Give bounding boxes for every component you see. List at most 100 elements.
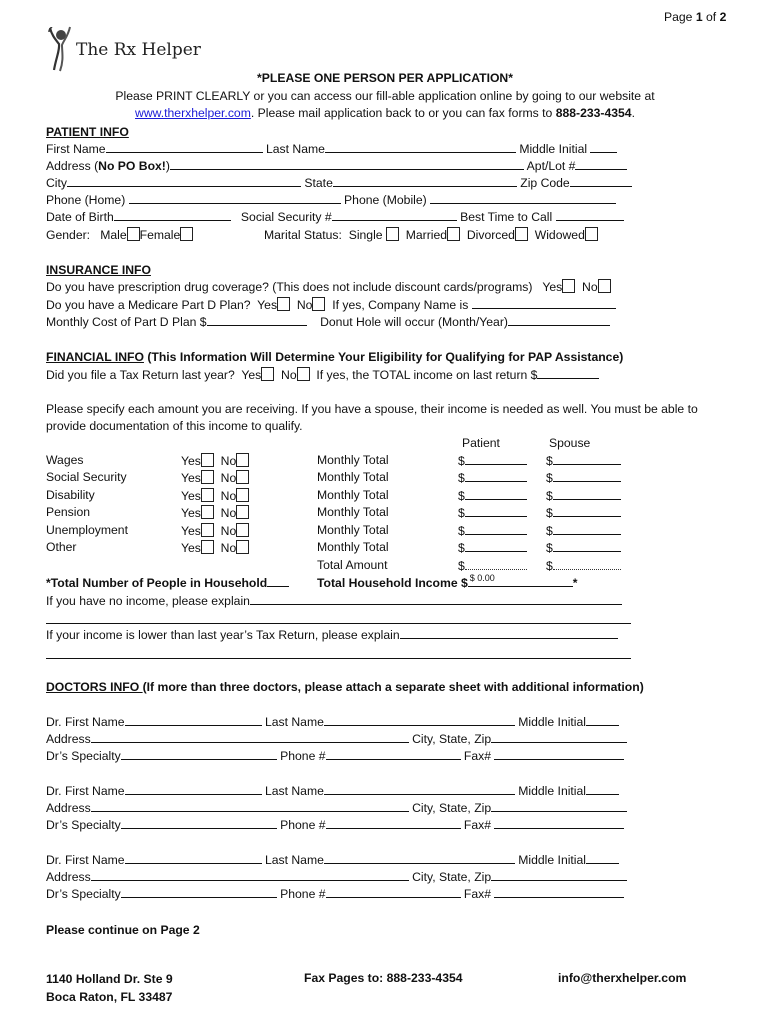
footer-email[interactable]: info@therxhelper.com: [558, 971, 686, 985]
doctor-first-name-field[interactable]: [124, 783, 262, 795]
spouse-amount-field[interactable]: [552, 488, 621, 500]
donut-hole-label: Donut Hole will occur (Month/Year): [320, 315, 508, 329]
dob-field[interactable]: [113, 209, 231, 221]
tax-yes-checkbox[interactable]: [261, 367, 275, 381]
doctor-last-name-field[interactable]: [323, 852, 515, 864]
zip-field[interactable]: [569, 175, 632, 187]
income-yes-checkbox[interactable]: [200, 505, 214, 519]
doctor-middle-initial-field[interactable]: [586, 783, 620, 795]
patient-amount-field[interactable]: [464, 505, 527, 517]
col-spouse-header: Spouse: [549, 436, 591, 450]
total-amount-patient-field[interactable]: [464, 558, 527, 570]
income-no-checkbox[interactable]: [236, 540, 250, 554]
doctor-phone-field[interactable]: [325, 886, 461, 898]
spouse-amount-field[interactable]: [552, 523, 621, 535]
company-name-field[interactable]: [471, 297, 616, 309]
doctor-specialty-field[interactable]: [120, 748, 277, 760]
doctor-middle-initial-field[interactable]: [586, 852, 620, 864]
middle-initial-field[interactable]: [590, 141, 618, 153]
medicare-yes-checkbox[interactable]: [277, 297, 291, 311]
income-yes-checkbox[interactable]: [200, 470, 214, 484]
income-no-checkbox[interactable]: [236, 523, 250, 537]
doctor-address-field[interactable]: [90, 800, 409, 812]
doctor-city-state-zip-field[interactable]: [491, 731, 628, 743]
drug-coverage-no-checkbox[interactable]: [597, 279, 611, 293]
household-people-field[interactable]: [267, 575, 290, 587]
doctor-last-name-field[interactable]: [323, 783, 515, 795]
spouse-amount-field[interactable]: [552, 453, 621, 465]
tax-no-checkbox[interactable]: [296, 367, 310, 381]
phone-mobile-field[interactable]: [430, 192, 617, 204]
patient-amount-field[interactable]: [464, 488, 527, 500]
medicare-no-checkbox[interactable]: [312, 297, 326, 311]
ssn-label: Social Security #: [240, 210, 332, 224]
last-name-field[interactable]: [324, 141, 516, 153]
income-yes-checkbox[interactable]: [200, 453, 214, 467]
patient-amount-field[interactable]: [464, 470, 527, 482]
spouse-amount-field[interactable]: [552, 540, 621, 552]
address-field[interactable]: [169, 158, 524, 170]
tax-total-field[interactable]: [537, 367, 600, 379]
doctor-fax-field[interactable]: [494, 817, 625, 829]
website-link[interactable]: www.therxhelper.com: [135, 106, 251, 120]
doctor-address-label: Address: [46, 870, 91, 884]
doctor-city-state-zip-label: City, State, Zip: [412, 801, 492, 815]
city-field[interactable]: [67, 175, 301, 187]
doctor-middle-initial-field[interactable]: [586, 714, 620, 726]
donut-hole-field[interactable]: [507, 314, 610, 326]
patient-amount-field[interactable]: [464, 453, 527, 465]
patient-amount-field[interactable]: [464, 540, 527, 552]
household-income-field[interactable]: $ 0.00: [467, 573, 573, 587]
doctor-phone-field[interactable]: [325, 817, 461, 829]
total-amount-spouse-field[interactable]: [552, 558, 621, 570]
income-yes-checkbox[interactable]: [200, 488, 214, 502]
ssn-field[interactable]: [331, 209, 457, 221]
intro-fax-number: 888-233-4354: [555, 106, 632, 120]
no-income-field[interactable]: [249, 593, 622, 605]
income-no-checkbox[interactable]: [236, 453, 250, 467]
city-label: City: [46, 176, 67, 190]
doctor-first-name-field[interactable]: [124, 714, 262, 726]
best-time-field[interactable]: [555, 209, 624, 221]
income-no-checkbox[interactable]: [236, 470, 250, 484]
income-no-checkbox[interactable]: [236, 488, 250, 502]
spouse-amount-field[interactable]: [552, 505, 621, 517]
patient-amount-field[interactable]: [464, 523, 527, 535]
spouse-amount-field[interactable]: [552, 470, 621, 482]
lower-income-extra-line[interactable]: [46, 658, 631, 659]
total-amount-label: Total Amount: [317, 558, 388, 572]
doctor-address-field[interactable]: [90, 731, 409, 743]
doctor-specialty-field[interactable]: [120, 817, 277, 829]
apt-field[interactable]: [575, 158, 628, 170]
doctor-specialty-field[interactable]: [120, 886, 277, 898]
no-income-extra-line[interactable]: [46, 623, 631, 624]
doctor-first-name-field[interactable]: [124, 852, 262, 864]
widowed-checkbox[interactable]: [584, 227, 598, 241]
income-no-checkbox[interactable]: [236, 505, 250, 519]
first-name-field[interactable]: [105, 141, 263, 153]
doctor-phone-field[interactable]: [325, 748, 461, 760]
income-yes-checkbox[interactable]: [200, 523, 214, 537]
doctor-fax-field[interactable]: [494, 886, 625, 898]
married-checkbox[interactable]: [447, 227, 461, 241]
phone-home-field[interactable]: [128, 192, 341, 204]
doctor-last-name-field[interactable]: [323, 714, 515, 726]
doctor-address-field[interactable]: [90, 869, 409, 881]
income-yes-checkbox[interactable]: [200, 540, 214, 554]
single-checkbox[interactable]: [385, 227, 399, 241]
doctor-fax-field[interactable]: [494, 748, 625, 760]
doctors-heading-note: (If more than three doctors, please atta…: [142, 680, 644, 694]
drug-coverage-row: Do you have prescription drug coverage? …: [46, 279, 611, 296]
income-yes-label: Yes: [181, 471, 201, 485]
lower-income-field[interactable]: [399, 627, 618, 639]
state-field[interactable]: [332, 175, 517, 187]
monthly-cost-field[interactable]: [206, 314, 307, 326]
income-row-label: Pension: [46, 505, 91, 519]
divorced-checkbox[interactable]: [514, 227, 528, 241]
female-checkbox[interactable]: [180, 227, 194, 241]
male-checkbox[interactable]: [126, 227, 140, 241]
doctor-city-state-zip-field[interactable]: [491, 869, 628, 881]
doctor-city-state-zip-field[interactable]: [491, 800, 628, 812]
drug-coverage-yes-checkbox[interactable]: [562, 279, 576, 293]
dollar-sign: $: [458, 454, 465, 468]
